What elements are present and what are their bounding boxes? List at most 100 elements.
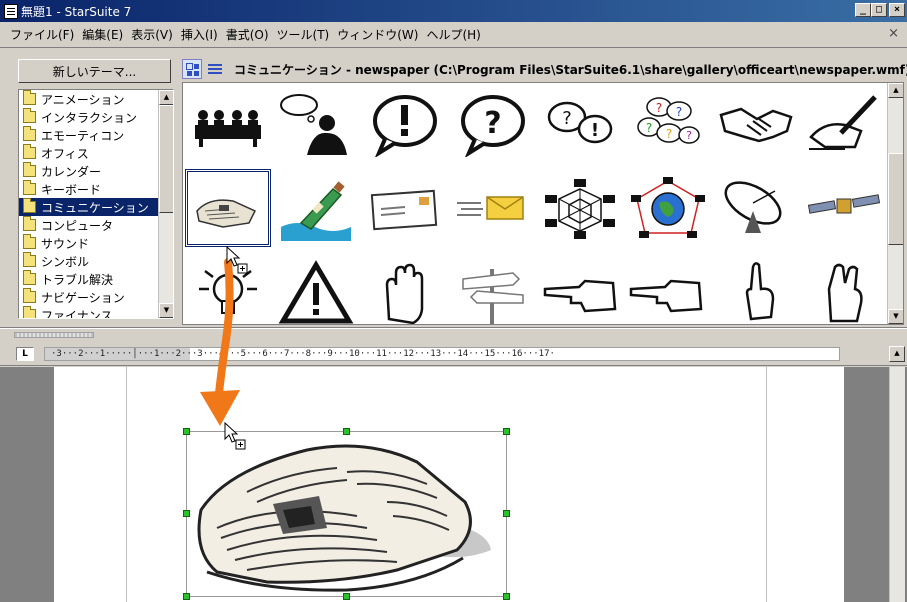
menu-insert[interactable]: 挿入(I) bbox=[177, 24, 222, 45]
folder-icon bbox=[23, 198, 36, 213]
resize-handle-e[interactable] bbox=[503, 510, 510, 517]
clipart-pointing-hand-left[interactable] bbox=[537, 253, 623, 324]
drag-cursor-icon bbox=[226, 246, 248, 274]
resize-handle-s[interactable] bbox=[343, 593, 350, 600]
close-button[interactable]: × bbox=[889, 3, 905, 17]
theme-label: キーボード bbox=[41, 182, 102, 197]
svg-text:?: ? bbox=[562, 108, 572, 129]
theme-item[interactable]: ナビゲーション bbox=[19, 288, 173, 306]
theme-item[interactable]: アニメーション bbox=[19, 90, 173, 108]
clipart-meeting-table[interactable] bbox=[185, 85, 271, 163]
theme-item-selected[interactable]: コミュニケーション bbox=[19, 198, 173, 216]
clipart-envelope-letter[interactable] bbox=[361, 169, 447, 247]
theme-item[interactable]: ファイナンス bbox=[19, 306, 173, 318]
tab-stop-icon[interactable]: L bbox=[16, 347, 34, 361]
clipart-grid: ? ?! ????? ▲ ▼ bbox=[182, 82, 904, 325]
document-icon bbox=[4, 3, 18, 19]
clipart-globe-network[interactable] bbox=[625, 169, 711, 247]
folder-icon bbox=[23, 162, 36, 177]
menu-view[interactable]: 表示(V) bbox=[127, 24, 177, 45]
theme-item[interactable]: オフィス bbox=[19, 144, 173, 162]
folder-icon bbox=[23, 288, 36, 303]
menu-file[interactable]: ファイル(F) bbox=[6, 24, 78, 45]
theme-label: ナビゲーション bbox=[41, 290, 125, 305]
clipart-question-bubble[interactable]: ? bbox=[449, 85, 535, 163]
clipart-satellite-dish[interactable] bbox=[713, 169, 799, 247]
gallery-splitter[interactable] bbox=[0, 328, 907, 340]
clipart-question-exclamation-bubbles[interactable]: ?! bbox=[537, 85, 623, 163]
clipart-finger-up[interactable] bbox=[713, 253, 799, 324]
resize-handle-sw[interactable] bbox=[183, 593, 190, 600]
menu-edit[interactable]: 編集(E) bbox=[78, 24, 127, 45]
folder-icon bbox=[23, 270, 36, 285]
svg-text:?: ? bbox=[666, 127, 672, 141]
clipart-newspaper[interactable] bbox=[185, 169, 271, 247]
clipart-colorful-question-bubbles[interactable]: ????? bbox=[625, 85, 711, 163]
theme-list: アニメーション インタラクション エモーティコン オフィス カレンダー キーボー… bbox=[18, 89, 174, 319]
scroll-down-icon[interactable]: ▼ bbox=[159, 303, 173, 318]
theme-item[interactable]: コンピュータ bbox=[19, 216, 173, 234]
clipart-satellite[interactable] bbox=[801, 169, 887, 247]
theme-item[interactable]: エモーティコン bbox=[19, 126, 173, 144]
minimize-button[interactable]: _ bbox=[855, 3, 871, 17]
clipart-grid-scrollbar[interactable]: ▲ ▼ bbox=[887, 83, 903, 324]
folder-icon bbox=[23, 306, 36, 318]
resize-handle-se[interactable] bbox=[503, 593, 510, 600]
folder-icon bbox=[23, 144, 36, 159]
clipart-crossed-fingers[interactable] bbox=[801, 253, 887, 324]
clipart-warning-sign[interactable] bbox=[273, 253, 359, 324]
clipart-thinking-person[interactable] bbox=[273, 85, 359, 163]
clipart-handshake[interactable] bbox=[713, 85, 799, 163]
clipart-flying-envelope[interactable] bbox=[449, 169, 535, 247]
menu-window[interactable]: ウィンドウ(W) bbox=[333, 24, 422, 45]
clipart-writing-hand[interactable] bbox=[801, 85, 887, 163]
folder-icon bbox=[23, 216, 36, 231]
icon-view-icon[interactable] bbox=[182, 59, 202, 79]
folder-icon bbox=[23, 126, 36, 141]
folder-icon bbox=[23, 252, 36, 267]
detail-view-icon[interactable] bbox=[204, 59, 224, 79]
scroll-up-icon[interactable]: ▲ bbox=[159, 90, 173, 105]
resize-handle-n[interactable] bbox=[343, 428, 350, 435]
new-theme-button[interactable]: 新しいテーマ... bbox=[18, 59, 171, 83]
theme-item[interactable]: トラブル解決 bbox=[19, 270, 173, 288]
menu-format[interactable]: 書式(O) bbox=[222, 24, 273, 45]
maximize-button[interactable]: □ bbox=[871, 3, 887, 17]
close-document-icon[interactable]: × bbox=[888, 26, 899, 41]
theme-label: シンボル bbox=[41, 254, 90, 269]
resize-handle-nw[interactable] bbox=[183, 428, 190, 435]
horizontal-ruler[interactable]: ·3···2···1·····│···1···2···3···4···5···6… bbox=[44, 347, 840, 361]
scroll-thumb[interactable] bbox=[159, 105, 173, 213]
menu-help[interactable]: ヘルプ(H) bbox=[422, 24, 484, 45]
inserted-newspaper-image[interactable] bbox=[183, 428, 510, 600]
clipart-raised-hand[interactable] bbox=[361, 253, 447, 324]
theme-list-scrollbar[interactable]: ▲ ▼ bbox=[158, 90, 173, 318]
theme-item[interactable]: キーボード bbox=[19, 180, 173, 198]
clipart-message-in-bottle[interactable] bbox=[273, 169, 359, 247]
theme-label: コンピュータ bbox=[41, 218, 114, 233]
clipart-signpost[interactable] bbox=[449, 253, 535, 324]
document-scrollbar[interactable] bbox=[889, 367, 905, 602]
ruler-bar: L ·3···2···1·····│···1···2···3···4···5··… bbox=[0, 342, 907, 366]
clipart-exclamation-bubble[interactable] bbox=[361, 85, 447, 163]
scroll-thumb[interactable] bbox=[888, 153, 903, 245]
svg-text:?: ? bbox=[686, 129, 692, 142]
scroll-up-icon[interactable]: ▲ bbox=[888, 83, 903, 98]
splitter-grip-icon[interactable] bbox=[14, 332, 94, 338]
menu-tools[interactable]: ツール(T) bbox=[273, 24, 334, 45]
resize-handle-w[interactable] bbox=[183, 510, 190, 517]
theme-item[interactable]: インタラクション bbox=[19, 108, 173, 126]
folder-icon bbox=[23, 234, 36, 249]
title-bar: 無題1 - StarSuite 7 _ □ × bbox=[0, 0, 907, 22]
scroll-up-icon[interactable]: ▲ bbox=[889, 346, 905, 362]
clipart-network-web[interactable] bbox=[537, 169, 623, 247]
page-margin-left bbox=[126, 367, 127, 602]
theme-item[interactable]: サウンド bbox=[19, 234, 173, 252]
scroll-down-icon[interactable]: ▼ bbox=[888, 309, 903, 324]
theme-label: サウンド bbox=[41, 236, 90, 251]
clipart-pointing-hand-left-2[interactable] bbox=[625, 253, 711, 324]
theme-item[interactable]: シンボル bbox=[19, 252, 173, 270]
window-title: 無題1 - StarSuite 7 bbox=[21, 4, 132, 19]
resize-handle-ne[interactable] bbox=[503, 428, 510, 435]
theme-item[interactable]: カレンダー bbox=[19, 162, 173, 180]
